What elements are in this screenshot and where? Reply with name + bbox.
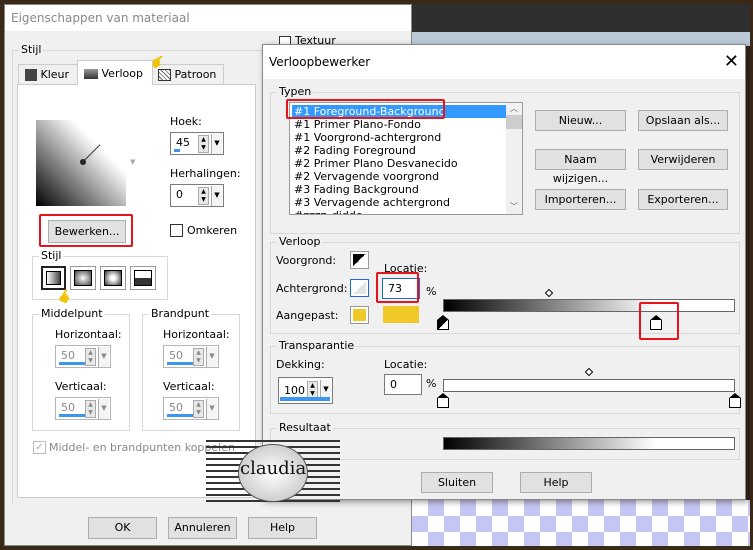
list-item[interactable]: #zzzz_didde (292, 209, 506, 214)
background-swatch[interactable] (350, 279, 369, 297)
gradient-stop-marker[interactable] (437, 315, 449, 330)
ok-button[interactable]: OK (88, 517, 157, 539)
close-button[interactable]: Sluiten (421, 472, 493, 493)
tab-kleur[interactable]: Kleur (18, 64, 78, 84)
delete-button[interactable]: Verwijderen (638, 149, 728, 170)
center-horizontal-label: Horizontaal: (55, 328, 122, 341)
help-button[interactable]: Help (248, 517, 317, 539)
annotation-box (286, 99, 445, 119)
list-scrollbar[interactable]: ︿ ﹀ (506, 103, 522, 214)
angle-label: Hoek: (170, 115, 202, 128)
opacity-input[interactable]: 100 ▲ ▼ ▼ (278, 377, 333, 404)
transparency-label: Transparantie (277, 339, 357, 352)
annotation-box (376, 272, 419, 303)
custom-color-fill (353, 309, 366, 321)
focal-group-label: Brandpunt (149, 307, 212, 320)
save-as-button[interactable]: Opslaan als... (638, 110, 728, 131)
repeats-spinner[interactable]: ▲ ▼ (198, 187, 209, 205)
link-checkbox[interactable]: ✓ (33, 441, 46, 454)
gradient-tab-icon (84, 69, 98, 79)
gradient-stop-marker[interactable] (729, 393, 741, 408)
value: 50 (169, 349, 183, 362)
repeats-label: Herhalingen: (170, 167, 241, 180)
gradient-bar[interactable] (443, 299, 735, 312)
focal-horizontal-input[interactable]: 50 ▲ ▼ ▼ (163, 345, 219, 368)
custom-label: Aangepast: (276, 309, 339, 322)
transparency-location-value: 0 (390, 378, 397, 391)
angle-spinner[interactable]: ▲ ▼ (198, 135, 209, 153)
new-button[interactable]: Nieuw... (535, 110, 626, 131)
result-preview (443, 437, 735, 450)
types-label: Typen (277, 85, 314, 98)
color-tab-icon (25, 69, 37, 81)
style-label: Stijl (39, 249, 64, 262)
foreground-swatch[interactable] (350, 251, 369, 269)
transparency-bar[interactable] (443, 379, 735, 392)
annotation-box (39, 214, 133, 247)
value: 50 (169, 401, 183, 414)
import-button[interactable]: Importeren... (535, 189, 626, 210)
repeats-input[interactable]: 0 ▲ ▼ ▼ (170, 184, 224, 207)
invert-label: Omkeren (187, 224, 238, 237)
tab-label: Verloop (101, 67, 143, 80)
editor-help-button[interactable]: Help (520, 472, 592, 493)
transparency-location-label: Locatie: (384, 358, 428, 371)
preview-dropdown-icon[interactable]: ▼ (130, 158, 135, 166)
angle-value: 45 (176, 136, 190, 149)
list-item[interactable]: #2 Vervagende voorgrond (292, 170, 506, 183)
focal-vertical-label: Verticaal: (163, 380, 215, 393)
value: 50 (61, 401, 75, 414)
opacity-label: Dekking: (276, 358, 325, 371)
list-item[interactable]: #1 Voorgrond-achtergrond (292, 131, 506, 144)
close-icon[interactable]: ✕ (724, 51, 739, 72)
focal-horizontal-label: Horizontaal: (163, 328, 230, 341)
focal-vertical-input[interactable]: 50 ▲ ▼ ▼ (163, 397, 219, 420)
custom-swatch[interactable] (350, 306, 369, 324)
result-label: Resultaat (277, 421, 333, 434)
style-radial-button[interactable] (130, 266, 156, 290)
tab-label: Patroon (174, 68, 217, 81)
transparency-percent-label: % (426, 377, 437, 390)
angle-dropdown[interactable]: ▼ (211, 134, 222, 154)
angle-input[interactable]: 45 ▲ ▼ ▼ (170, 132, 224, 155)
background-label: Achtergrond: (276, 282, 348, 295)
foreground-label: Voorgrond: (276, 254, 337, 267)
cancel-button[interactable]: Annuleren (168, 517, 237, 539)
list-item[interactable]: #3 Vervagende achtergrond (292, 196, 506, 209)
tab-label: Kleur (40, 68, 70, 81)
transparency-location-input[interactable]: 0 (384, 374, 422, 395)
style-rectangular-button[interactable] (70, 266, 96, 290)
style-sunburst-button[interactable] (100, 266, 126, 290)
dialog-title: Eigenschappen van materiaal (5, 5, 411, 31)
list-item[interactable]: #2 Primer Plano Desvanecido (292, 157, 506, 170)
center-horizontal-input[interactable]: 50 ▲ ▼ ▼ (55, 345, 111, 368)
value: 50 (61, 349, 75, 362)
center-group-label: Middelpunt (39, 307, 105, 320)
list-item[interactable]: #2 Fading Foreground (292, 144, 506, 157)
center-vertical-label: Verticaal: (55, 380, 107, 393)
rename-button[interactable]: Naam wijzigen... (535, 149, 626, 185)
transparency-checker (412, 500, 750, 546)
background-toolbar (412, 4, 750, 32)
tab-verloop[interactable]: Verloop (77, 60, 153, 85)
custom-color-preview[interactable] (383, 306, 419, 323)
editor-title: Verloopbewerker (263, 45, 745, 79)
invert-checkbox[interactable] (170, 224, 183, 237)
opacity-value: 100 (284, 384, 305, 397)
annotation-box (639, 302, 679, 340)
gradient-stop-marker[interactable] (437, 393, 449, 408)
list-item[interactable]: #3 Fading Background (292, 183, 506, 196)
percent-label: % (426, 285, 437, 298)
style-group-label: Stijl (19, 43, 44, 56)
export-button[interactable]: Exporteren... (638, 189, 728, 210)
watermark-logo: claudia (206, 440, 340, 505)
gradient-label: Verloop (277, 235, 323, 248)
center-vertical-input[interactable]: 50 ▲ ▼ ▼ (55, 397, 111, 420)
repeats-value: 0 (176, 188, 183, 201)
repeats-dropdown[interactable]: ▼ (211, 186, 222, 206)
list-item[interactable]: #1 Primer Plano-Fondo (292, 118, 506, 131)
